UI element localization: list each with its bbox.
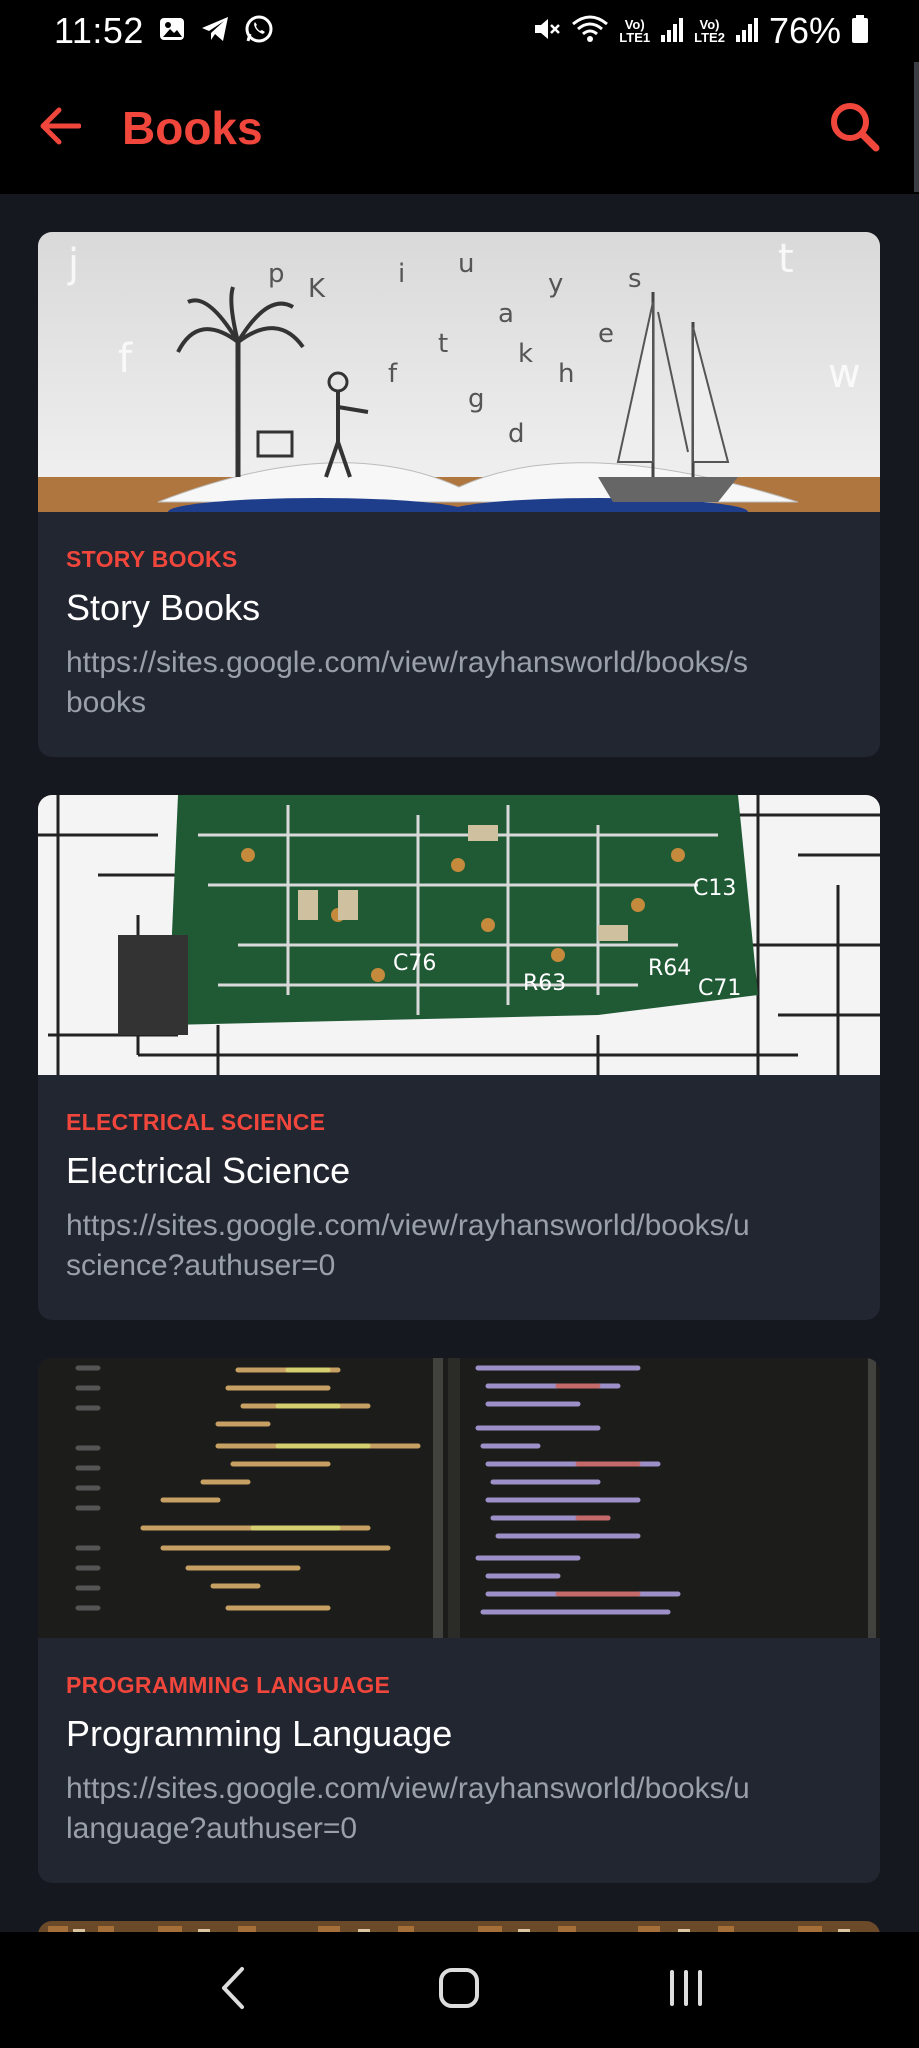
svg-text:f: f <box>118 336 133 382</box>
svg-text:y: y <box>548 269 563 299</box>
svg-text:p: p <box>268 259 285 289</box>
net2-line2: LTE2 <box>694 30 725 45</box>
book-category-list: pKi uak y t h gd e s f j t w f STORY BOOKS Stor… <box>38 232 880 1932</box>
svg-text:R63: R63 <box>523 971 566 996</box>
card-programming-language[interactable]: PROGRAMMING LANGUAGE Programming Languag… <box>38 1358 880 1883</box>
scrollbar[interactable] <box>914 62 919 192</box>
net1-line2: LTE1 <box>619 30 651 45</box>
svg-text:C13: C13 <box>693 876 736 901</box>
card-url[interactable]: https://sites.google.com/view/rayhanswor… <box>66 643 852 723</box>
svg-text:K: K <box>308 274 326 304</box>
app-bar: Books <box>0 62 919 194</box>
svg-text:a: a <box>498 299 514 329</box>
status-left: 11:52 <box>54 10 274 52</box>
battery-icon <box>851 14 869 49</box>
back-button[interactable] <box>38 106 82 150</box>
svg-text:e: e <box>598 319 614 349</box>
svg-text:h: h <box>558 359 574 389</box>
chevron-left-icon <box>218 1965 248 2016</box>
svg-text:k: k <box>518 339 533 369</box>
card-partial[interactable] <box>38 1921 880 1932</box>
telegram-notification-icon <box>200 15 230 48</box>
nav-home-button[interactable] <box>419 1950 499 2030</box>
svg-text:R64: R64 <box>648 956 691 981</box>
arrow-left-icon <box>39 107 82 150</box>
search-button[interactable] <box>827 101 881 155</box>
card-story-books[interactable]: pKi uak y t h gd e s f j t w f STORY BOOKS Stor… <box>38 232 880 757</box>
signal-icon <box>660 15 684 48</box>
card-body: STORY BOOKS Story Books https://sites.go… <box>38 512 880 757</box>
battery-percent: 76% <box>768 10 841 51</box>
wifi-icon <box>571 14 609 49</box>
svg-text:t: t <box>438 329 448 359</box>
svg-text:u: u <box>458 249 474 279</box>
card-title: Story Books <box>66 587 261 628</box>
svg-text:i: i <box>398 259 405 289</box>
page-title: Books <box>122 102 263 154</box>
svg-text:f: f <box>388 359 398 389</box>
whatsapp-notification-icon <box>244 14 274 49</box>
card-category: ELECTRICAL SCIENCE <box>66 1109 326 1135</box>
card-body: PROGRAMMING LANGUAGE Programming Languag… <box>38 1638 880 1883</box>
recents-icon <box>666 1968 706 2013</box>
gallery-notification-icon <box>158 15 186 48</box>
status-right: Vo) LTE1 Vo) LTE2 76% <box>531 10 869 52</box>
programming-language-image <box>38 1358 880 1638</box>
system-nav-bar <box>0 1932 919 2048</box>
svg-text:t: t <box>778 236 794 282</box>
card-url[interactable]: https://sites.google.com/view/rayhanswor… <box>66 1769 852 1849</box>
mute-icon <box>531 14 561 49</box>
card-body: ELECTRICAL SCIENCE Electrical Science ht… <box>38 1075 880 1320</box>
card-url[interactable]: https://sites.google.com/view/rayhanswor… <box>66 1206 852 1286</box>
svg-text:d: d <box>508 419 525 449</box>
svg-text:g: g <box>468 384 485 414</box>
home-icon <box>438 1967 480 2014</box>
signal-icon <box>735 15 759 48</box>
svg-text:j: j <box>67 241 79 287</box>
electrical-science-image: C76 R63 R64 C13 C71 <box>38 795 880 1075</box>
card-electrical-science[interactable]: C76 R63 R64 C13 C71 ELECTRICAL SCIENCE Elec… <box>38 795 880 1320</box>
svg-text:w: w <box>828 351 861 397</box>
svg-text:s: s <box>628 264 642 294</box>
status-bar: 11:52 Vo) LTE1 Vo) LTE2 76% <box>0 0 919 62</box>
search-icon <box>828 100 880 157</box>
svg-text:C76: C76 <box>393 951 436 976</box>
story-books-image: pKi uak y t h gd e s f j t w f <box>38 232 880 512</box>
svg-text:C71: C71 <box>698 976 741 1001</box>
network-label-1: Vo) LTE1 <box>619 18 650 44</box>
card-category: STORY BOOKS <box>66 546 238 572</box>
nav-back-button[interactable] <box>193 1950 273 2030</box>
network-label-2: Vo) LTE2 <box>694 18 725 44</box>
status-time: 11:52 <box>54 10 144 51</box>
card-title: Electrical Science <box>66 1150 351 1191</box>
card-category: PROGRAMMING LANGUAGE <box>66 1672 391 1698</box>
nav-recents-button[interactable] <box>646 1950 726 2030</box>
bookshelf-image <box>38 1921 880 1932</box>
card-title: Programming Language <box>66 1713 453 1754</box>
